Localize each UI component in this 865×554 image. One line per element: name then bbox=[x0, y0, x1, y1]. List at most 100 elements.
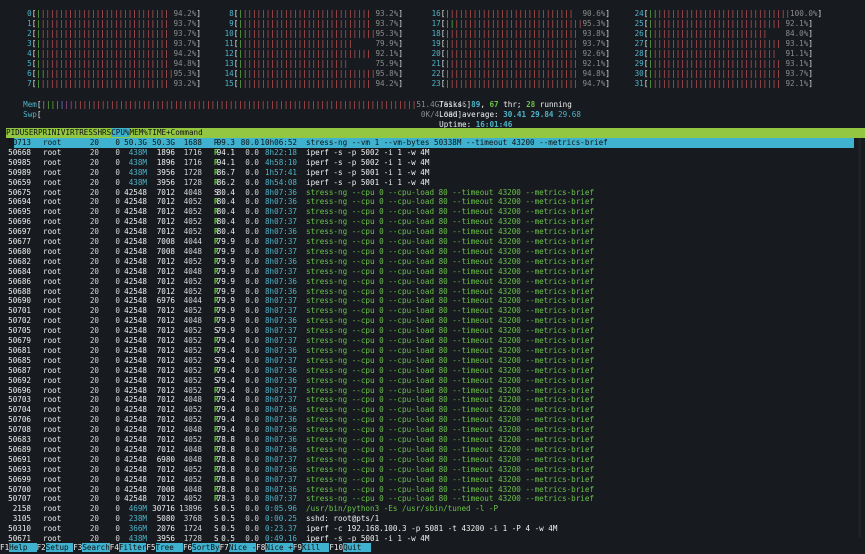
fkey-f2[interactable]: F2 bbox=[36, 543, 46, 552]
fkey-f9-label[interactable]: Kill bbox=[301, 543, 330, 552]
cell-res: 1896 bbox=[156, 157, 175, 167]
cell-time: 8h07:37 bbox=[264, 336, 297, 345]
table-row[interactable]: 2158 root 20 0 469M 30716 13896 S 0.5 0.0 0:05.96 /… bbox=[6, 504, 858, 514]
table-row[interactable]: 50310 root 20 0 366M 2076 1724 S 0.5 0.0 0:23.37 ip… bbox=[6, 524, 858, 534]
table-row[interactable]: 50985 root 20 0 438M 1896 1716 R 94.1 0.0 4h58:10 i… bbox=[6, 158, 858, 168]
table-row[interactable]: 50708 root 20 0 42548 7012 4048 R 79.4 0.0 8h07:36… bbox=[6, 425, 858, 435]
table-row-selected[interactable]: 50713 root 20 0 50.3G 50.3G 1688 R 99.3 80.0 10h06… bbox=[6, 138, 858, 148]
col-time-header[interactable]: TIME+ bbox=[148, 128, 171, 137]
cell-command: stress-ng --cpu 0 --cpu-load 80 --timeou… bbox=[306, 227, 595, 237]
fkey-f1[interactable]: F1 bbox=[0, 543, 10, 552]
fkey-f9[interactable]: F9 bbox=[292, 543, 302, 552]
table-row[interactable]: 50699 root 20 0 42548 7012 4052 R 78.8 0.0 8h07:37… bbox=[6, 475, 858, 485]
table-row[interactable]: 50679 root 20 0 42548 7012 4052 R 79.4 0.0 8h07:37… bbox=[6, 336, 858, 346]
table-row[interactable]: 50694 root 20 0 42548 7012 4052 R 80.4 0.0 8h07:36… bbox=[6, 197, 858, 207]
cell-shr: 4052 bbox=[183, 286, 202, 296]
table-row[interactable]: 50696 root 20 0 42548 7012 4052 R 79.4 0.0 8h07:37… bbox=[6, 386, 858, 396]
cpu-meter-31: 31[||||||||||||||||||||||||||||| 92.1%] bbox=[630, 79, 813, 88]
cell-time: 8h07:36 bbox=[264, 375, 297, 385]
cell-pid: 50687 bbox=[8, 365, 31, 375]
cell-virt: 42548 bbox=[124, 365, 147, 375]
fkey-f2-label[interactable]: Setup bbox=[45, 543, 74, 552]
fkey-f10-label[interactable]: Quit bbox=[343, 543, 371, 552]
cell-cpu: 86.7 bbox=[216, 167, 235, 177]
table-row[interactable]: 50689 root 20 0 42548 7012 4048 R 78.8 0.0 8h07:36… bbox=[6, 445, 858, 455]
table-row[interactable]: 50682 root 20 0 42548 7012 4052 R 79.9 0.0 8h07:36… bbox=[6, 257, 858, 267]
fkey-f7[interactable]: F7 bbox=[219, 543, 229, 552]
fkey-f4[interactable]: F4 bbox=[109, 543, 119, 552]
cell-pid: 50699 bbox=[8, 474, 31, 484]
table-row[interactable]: 50701 root 20 0 42548 7012 4052 R 79.9 0.0 8h07:37… bbox=[6, 306, 858, 316]
col-mem-header[interactable]: MEM% bbox=[130, 128, 148, 137]
col-cpu-header[interactable]: CPU% bbox=[111, 128, 130, 137]
table-row[interactable]: 50697 root 20 0 42548 7012 4052 R 80.4 0.0 8h07:36… bbox=[6, 227, 858, 237]
process-table-header[interactable]: PIDUSERPRINIVIRTRESSHRSCPU%MEM%TIME+Comm… bbox=[6, 128, 865, 138]
col-virt-header[interactable]: VIRT bbox=[61, 128, 79, 137]
table-row[interactable]: 50687 root 20 0 42548 7012 4052 R 79.4 0.0 8h07:36… bbox=[6, 366, 858, 376]
table-row[interactable]: 50680 root 20 0 42548 7008 4048 R 79.9 0.0 8h07:37… bbox=[6, 247, 858, 257]
table-row[interactable]: 50688 root 20 0 42548 7012 4052 R 79.9 0.0 8h07:36… bbox=[6, 287, 858, 297]
col-res-header[interactable]: RES bbox=[79, 128, 93, 137]
fkey-f8[interactable]: F8 bbox=[256, 543, 266, 552]
col-user-header[interactable]: USER bbox=[20, 128, 38, 137]
table-row[interactable]: 50684 root 20 0 42548 7012 4048 R 79.9 0.0 8h07:37… bbox=[6, 267, 858, 277]
fkey-f1-label[interactable]: Help bbox=[9, 543, 37, 552]
table-row[interactable]: 50705 root 20 0 42548 7012 4052 S 79.9 0.0 8h07:37… bbox=[6, 326, 858, 336]
fkey-f3-label[interactable]: Search bbox=[82, 543, 110, 552]
cell-user: root bbox=[43, 266, 62, 276]
table-row[interactable]: 50695 root 20 0 42548 7012 4052 R 80.4 0.0 8h07:37… bbox=[6, 207, 858, 217]
table-row[interactable]: 50700 root 20 0 42548 7008 4048 R 78.8 0.0 8h07:36… bbox=[6, 485, 858, 495]
table-row[interactable]: 50690 root 20 0 42548 6976 4044 R 79.9 0.0 8h07:37… bbox=[6, 296, 858, 306]
cell-command: iperf -c 192.168.100.3 -p 5081 -t 43200 … bbox=[306, 524, 558, 534]
col-shr-header[interactable]: SHR bbox=[93, 128, 107, 137]
cell-ni: 0 bbox=[115, 266, 120, 276]
cell-ni: 0 bbox=[115, 177, 120, 187]
cell-user: root bbox=[43, 464, 62, 474]
table-row[interactable]: 3105 root 20 0 238M 5080 3768 S 0.5 0.0 0:00.25 ssh… bbox=[6, 514, 858, 524]
table-row[interactable]: 50677 root 20 0 42548 7008 4044 R 79.9 0.0 8h07:37… bbox=[6, 237, 858, 247]
fkey-f8-label[interactable]: Nice + bbox=[265, 543, 293, 552]
fkey-f3[interactable]: F3 bbox=[73, 543, 83, 552]
table-row[interactable]: 50683 root 20 0 42548 7012 4052 R 78.8 0.0 8h07:36… bbox=[6, 435, 858, 445]
cpu-percent: 90.6% bbox=[582, 9, 606, 18]
col-ni-header[interactable]: NI bbox=[52, 128, 61, 137]
col-pri-header[interactable]: PRI bbox=[38, 128, 52, 137]
table-row[interactable]: 50681 root 20 0 42548 7012 4052 R 79.4 0.0 8h07:36… bbox=[6, 346, 858, 356]
col-pid-header[interactable]: PID bbox=[6, 128, 20, 137]
cell-mem: 0.0 bbox=[245, 217, 259, 227]
fkey-f10[interactable]: F10 bbox=[329, 543, 344, 552]
fkey-f5-label[interactable]: Tree bbox=[155, 543, 183, 552]
table-row[interactable]: 50685 root 20 0 42548 7012 4052 S 79.4 0.0 8h07:37… bbox=[6, 356, 858, 366]
scrollbar[interactable] bbox=[858, 138, 861, 538]
table-row[interactable]: 50686 root 20 0 42548 7012 4052 R 79.9 0.0 8h07:36… bbox=[6, 277, 858, 287]
cell-shr: 1688 bbox=[183, 138, 202, 147]
col-command-header[interactable]: Command bbox=[171, 128, 203, 137]
table-row[interactable]: 50668 root 20 0 438M 1896 1716 R 94.1 0.0 8h22:18 i… bbox=[6, 148, 858, 158]
table-row[interactable]: 50659 root 20 0 438M 3956 1728 R 86.2 0.0 8h54:08 i… bbox=[6, 178, 858, 188]
table-row[interactable]: 50704 root 20 0 42548 7012 4052 R 79.4 0.0 8h07:36… bbox=[6, 405, 858, 415]
table-row[interactable]: 50706 root 20 0 42548 7012 4052 R 79.4 0.0 8h07:36… bbox=[6, 415, 858, 425]
cpu-meter-20: 20[||||||||||||||||||||||||||||| 92.6%] bbox=[427, 49, 610, 58]
cpu-meter-21: 21[||||||||||||||||||||||||||||| 92.1%] bbox=[427, 59, 610, 68]
table-row[interactable]: 50692 root 20 0 42548 7012 4052 S 79.4 0.0 8h07:36… bbox=[6, 376, 858, 386]
table-row[interactable]: 50702 root 20 0 42548 7012 4048 R 79.9 0.0 8h07:36… bbox=[6, 316, 858, 326]
cell-pri: 20 bbox=[89, 444, 99, 454]
table-row[interactable]: 50691 root 20 0 42548 6980 4048 R 78.8 0.0 8h07:37… bbox=[6, 455, 858, 465]
table-row[interactable]: 50707 root 20 0 42548 7012 4052 R 78.3 0.0 8h07:37… bbox=[6, 494, 858, 504]
cell-cpu: 79.4 bbox=[216, 336, 235, 345]
table-row[interactable]: 50703 root 20 0 42548 7012 4048 R 79.4 0.0 8h07:37… bbox=[6, 395, 858, 405]
table-row[interactable]: 50693 root 20 0 42548 7012 4052 R 78.8 0.0 8h07:36… bbox=[6, 465, 858, 475]
cell-virt: 438M bbox=[128, 177, 147, 187]
fkey-f7-label[interactable]: Nice - bbox=[228, 543, 257, 552]
table-row[interactable]: 50675 root 20 0 42548 7012 4048 S 80.4 0.0 8h07:36… bbox=[6, 188, 858, 198]
fkey-f6[interactable]: F6 bbox=[182, 543, 193, 552]
cell-ni: 0 bbox=[115, 276, 120, 286]
cell-ni: 0 bbox=[115, 355, 120, 365]
table-row[interactable]: 50696 root 20 0 42548 7012 4052 R 80.4 0.0 8h07:37… bbox=[6, 217, 858, 227]
fkey-f4-label[interactable]: Filter bbox=[118, 543, 147, 552]
table-row[interactable]: 50989 root 20 0 438M 3956 1728 R 86.7 0.0 1h57:41 i… bbox=[6, 168, 858, 178]
fkey-f5[interactable]: F5 bbox=[146, 543, 156, 552]
cell-user: root bbox=[43, 494, 62, 504]
cell-virt: 42548 bbox=[124, 187, 147, 197]
fkey-f6-label[interactable]: SortBy bbox=[192, 543, 220, 552]
